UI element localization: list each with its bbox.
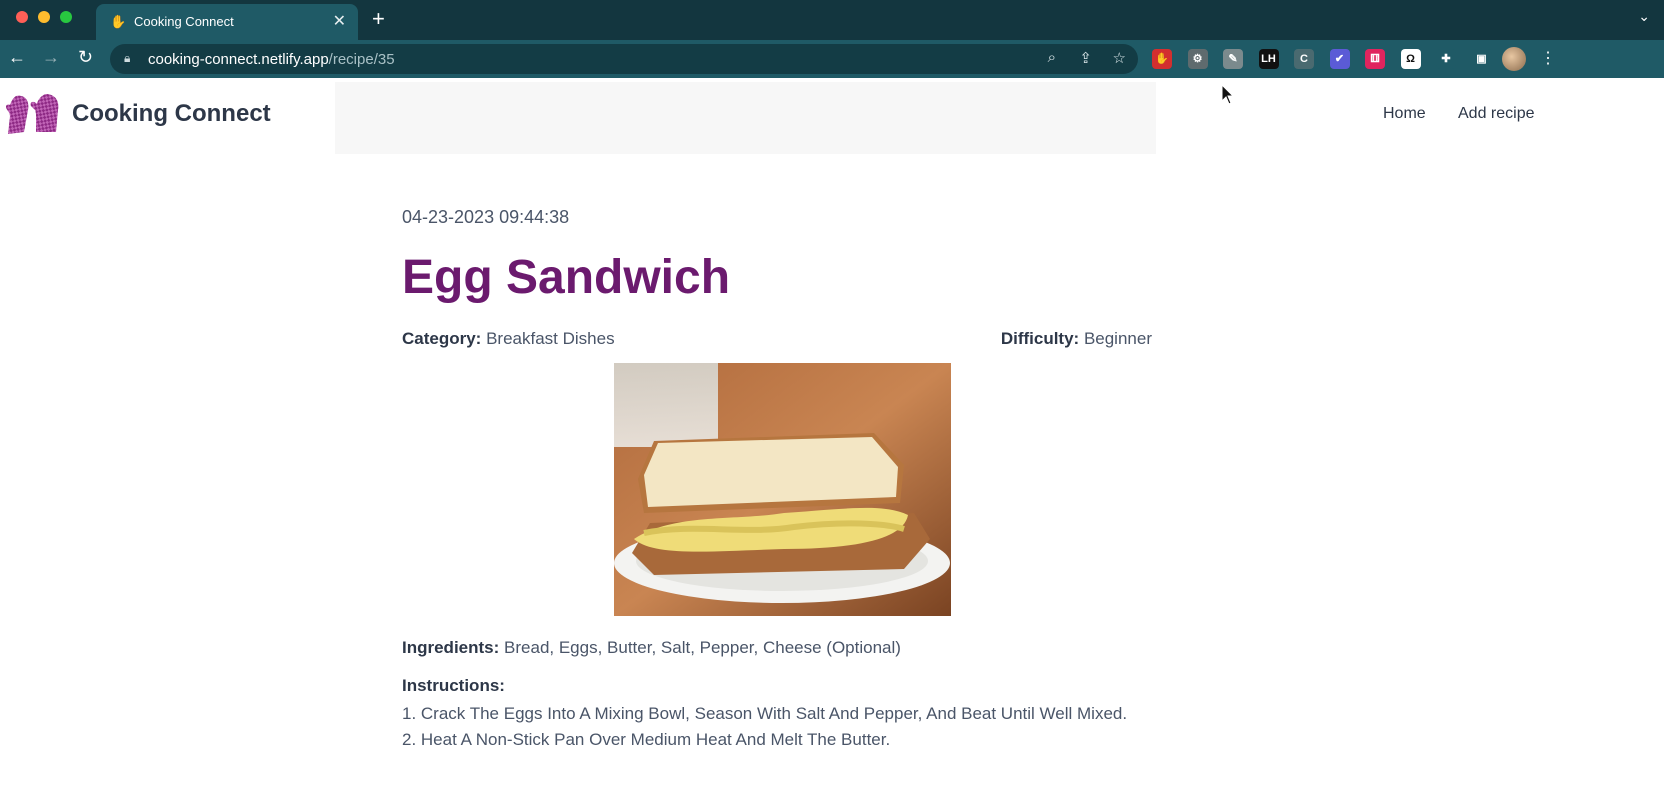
settings-extension-icon[interactable]: ⚙ (1187, 49, 1208, 69)
close-tab-icon[interactable]: ✕ (333, 11, 346, 31)
browser-tab[interactable]: ✋ Cooking Connect ✕ (96, 4, 358, 40)
lh-extension-icon[interactable]: LH (1258, 49, 1279, 69)
nav-home-link[interactable]: Home (1383, 105, 1426, 123)
share-icon[interactable]: ⇪ (1079, 49, 1092, 67)
address-bar[interactable]: 🔒︎ cooking-connect.netlify.app/recipe/35… (110, 44, 1138, 74)
site-brand[interactable]: Cooking Connect (72, 100, 271, 128)
adblock-extension-icon[interactable]: ✋ (1152, 49, 1172, 69)
recipe-category: Category: Breakfast Dishes (402, 329, 615, 349)
ad-banner-placeholder (335, 82, 1156, 154)
close-window-button[interactable] (16, 11, 28, 23)
new-tab-icon[interactable]: + (372, 6, 385, 32)
category-value: Breakfast Dishes (486, 329, 615, 348)
recipe-difficulty: Difficulty: Beginner (1001, 329, 1152, 349)
tab-search-chevron-icon[interactable]: ⌄ (1638, 8, 1650, 25)
sidepanel-extension-icon[interactable]: ▣ (1471, 49, 1492, 69)
notes-extension-icon[interactable]: ✎ (1223, 49, 1243, 69)
nav-add-recipe-link[interactable]: Add recipe (1458, 105, 1535, 123)
more-menu-icon[interactable]: ⋮ (1540, 48, 1556, 68)
c-extension-icon[interactable]: C (1294, 49, 1314, 69)
oven-mitt-favicon-icon: ✋ (110, 14, 127, 29)
instruction-step: 2. Heat A Non-Stick Pan Over Medium Heat… (402, 730, 891, 749)
browser-tab-bar: ✋ Cooking Connect ✕ + ⌄ (0, 0, 1664, 40)
page-content: Cooking Connect Home Add recipe 04-23-20… (0, 78, 1664, 792)
tab-title: Cooking Connect (134, 14, 234, 29)
instructions-label: Instructions: (402, 676, 505, 695)
check-extension-icon[interactable]: ✔ (1329, 49, 1350, 69)
profile-avatar[interactable] (1502, 47, 1526, 71)
difficulty-value: Beginner (1083, 329, 1152, 348)
recipe-title: Egg Sandwich (402, 251, 731, 304)
forward-arrow-icon[interactable]: → (42, 47, 60, 68)
back-arrow-icon[interactable]: ← (8, 47, 26, 68)
difficulty-label: Difficulty: (1000, 329, 1080, 348)
reload-icon[interactable]: ↻ (78, 47, 93, 68)
lock-icon[interactable]: 🔒︎ (124, 51, 130, 66)
maximize-window-button[interactable] (60, 11, 72, 23)
recipe-ingredients: Ingredients: Bread, Eggs, Butter, Salt, … (402, 638, 901, 658)
puzzle-extension-icon[interactable]: ✚ (1436, 49, 1456, 69)
url-text[interactable]: cooking-connect.netlify.app/recipe/35 (148, 51, 395, 68)
zoom-icon[interactable]: ⌕ (1048, 49, 1056, 66)
minimize-window-button[interactable] (38, 11, 50, 23)
instruction-step: 1. Crack The Eggs Into A Mixing Bowl, Se… (402, 704, 1128, 723)
dice-extension-icon[interactable]: ⚅ (1365, 49, 1385, 69)
recipe-photo (614, 363, 951, 616)
category-label: Category: (402, 329, 482, 348)
browser-toolbar: ← → ↻ 🔒︎ cooking-connect.netlify.app/rec… (0, 40, 1664, 78)
ingredients-label: Ingredients: (402, 638, 500, 657)
ingredients-value: Bread, Eggs, Butter, Salt, Pepper, Chees… (504, 638, 901, 657)
omega-extension-icon[interactable]: Ω (1400, 49, 1421, 69)
bookmark-star-icon[interactable]: ☆ (1113, 49, 1126, 67)
recipe-timestamp: 04-23-2023 09:44:38 (402, 207, 570, 227)
oven-mitts-logo-icon[interactable] (6, 92, 62, 138)
mouse-cursor-icon (1221, 84, 1235, 105)
